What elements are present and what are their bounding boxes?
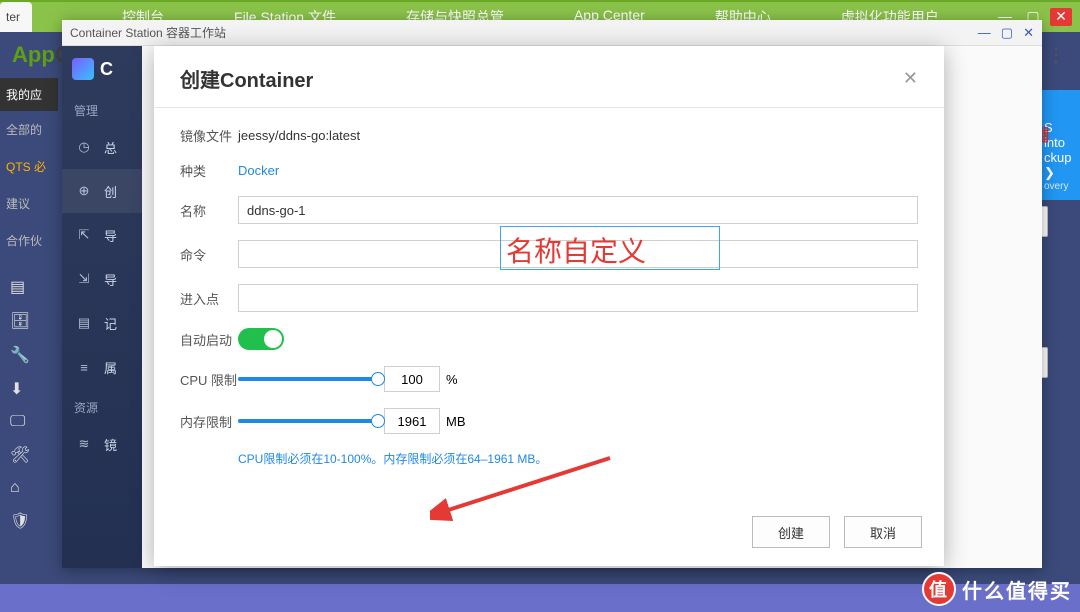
cs-nav-create[interactable]: ⊕创 (62, 169, 142, 213)
plus-circle-icon: ⊕ (74, 183, 94, 199)
mem-input[interactable] (384, 408, 440, 434)
create-button[interactable]: 创建 (752, 516, 830, 548)
cs-nav-pref[interactable]: ≡属 (62, 345, 142, 389)
cs-title: Container Station 容器工作站 (70, 24, 226, 41)
label-cpu: CPU 限制 (180, 370, 238, 389)
slider-thumb-icon[interactable] (371, 414, 385, 428)
cs-nav-export[interactable]: ⇱导 (62, 213, 142, 257)
cs-logo-icon (72, 58, 94, 80)
mem-unit: MB (446, 414, 466, 429)
cs-titlebar[interactable]: Container Station 容器工作站 — ▢ ✕ (62, 20, 1042, 46)
label-mem: 内存限制 (180, 412, 238, 431)
appcenter-left-nav: 我的应 全部的 QTS 必 建议 合作伙 ▤ 🗄 🔧 ⬇ 🖵 🛠 ⌂ 🛡 (0, 78, 58, 531)
close-icon[interactable]: ✕ (1050, 8, 1072, 26)
create-container-dialog: 创建Container ✕ 镜像文件 jeessy/ddns-go:latest… (154, 46, 944, 566)
cmd-input[interactable] (238, 240, 918, 268)
disk-icon[interactable]: ▤ (10, 277, 58, 297)
cs-close-icon[interactable]: ✕ (1023, 25, 1034, 41)
briefcase-icon[interactable]: 🗄 (10, 311, 58, 331)
value-kind[interactable]: Docker (238, 163, 279, 178)
cs-maximize-icon[interactable]: ▢ (1001, 25, 1013, 41)
desktop-root: ter 控制台 File Station 文件 存储与快照总管 App Cent… (0, 0, 1080, 612)
leftnav-header: 我的应 (0, 78, 58, 111)
slider-thumb-icon[interactable] (371, 372, 385, 386)
mem-slider[interactable] (238, 419, 378, 423)
cpu-slider[interactable] (238, 377, 378, 381)
cs-minimize-icon[interactable]: — (978, 25, 991, 41)
sliders-icon: ≡ (74, 360, 94, 375)
leftnav-partner[interactable]: 合作伙 (0, 222, 58, 259)
label-auto: 自动启动 (180, 330, 238, 349)
import-icon: ⇲ (74, 271, 94, 287)
label-entry: 进入点 (180, 289, 238, 308)
name-input[interactable] (238, 196, 918, 224)
label-kind: 种类 (180, 161, 238, 180)
shield-icon[interactable]: 🛡 (10, 511, 58, 531)
house-icon[interactable]: ⌂ (10, 479, 58, 497)
cs-nav-log[interactable]: ▤记 (62, 301, 142, 345)
leftnav-qts[interactable]: QTS 必 (0, 148, 58, 185)
cs-section-res: 资源 (62, 389, 142, 422)
gauge-icon: ◷ (74, 139, 94, 155)
label-cmd: 命令 (180, 245, 238, 264)
watermark-text: 什么值得买 (962, 575, 1072, 604)
cs-logo[interactable]: C (62, 46, 142, 92)
autostart-toggle[interactable] (238, 328, 284, 350)
leftnav-suggest[interactable]: 建议 (0, 185, 58, 222)
dialog-title: 创建Container (180, 64, 313, 93)
entry-input[interactable] (238, 284, 918, 312)
export-icon: ⇱ (74, 227, 94, 243)
browser-tab-stub[interactable]: ter (0, 2, 32, 32)
watermark: 值 什么值得买 (922, 572, 1072, 606)
cs-nav-overview[interactable]: ◷总 (62, 125, 142, 169)
tool-icon[interactable]: 🛠 (10, 445, 58, 465)
label-name: 名称 (180, 201, 238, 220)
value-image: jeessy/ddns-go:latest (238, 128, 360, 143)
download-icon[interactable]: ⬇ (10, 379, 58, 399)
cs-sidebar: C 管理 ◷总 ⊕创 ⇱导 ⇲导 ▤记 ≡属 资源 ≋镜 (62, 46, 142, 568)
layers-icon: ≋ (74, 436, 94, 452)
cancel-button[interactable]: 取消 (844, 516, 922, 548)
taskbar (0, 584, 1080, 612)
leftnav-all[interactable]: 全部的 (0, 111, 58, 148)
label-image: 镜像文件 (180, 126, 238, 145)
wrench-icon[interactable]: 🔧 (10, 345, 58, 365)
cs-section-manage: 管理 (62, 92, 142, 125)
doc-icon: ▤ (74, 315, 94, 331)
cs-nav-import[interactable]: ⇲导 (62, 257, 142, 301)
cs-nav-image[interactable]: ≋镜 (62, 422, 142, 466)
cs-logo-text: C (100, 59, 113, 80)
dialog-close-icon[interactable]: ✕ (903, 68, 918, 89)
monitor-icon[interactable]: 🖵 (10, 413, 58, 431)
limit-hint: CPU限制必须在10-100%。内存限制必须在64–1961 MB。 (238, 450, 918, 467)
cpu-unit: % (446, 372, 458, 387)
cpu-input[interactable] (384, 366, 440, 392)
watermark-badge-icon: 值 (922, 572, 956, 606)
